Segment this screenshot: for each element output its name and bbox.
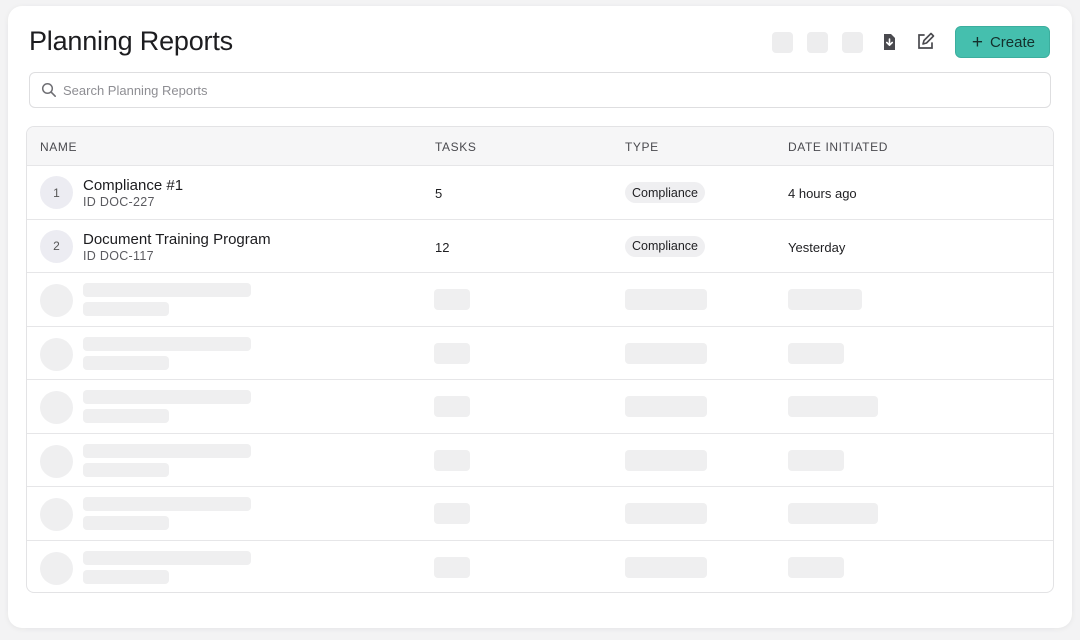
column-header-type[interactable]: TYPE	[625, 140, 659, 154]
report-tasks-count: 12	[435, 239, 450, 255]
skeleton-avatar	[40, 551, 73, 585]
skeleton-row	[27, 486, 1053, 540]
table-row[interactable]: 2 Document Training Program ID DOC-117 1…	[27, 218, 1053, 273]
skeleton-tasks	[434, 503, 470, 524]
skeleton-name	[83, 497, 251, 511]
page-title: Planning Reports	[29, 26, 233, 56]
report-name[interactable]: Document Training Program	[83, 231, 271, 248]
skeleton-tasks	[434, 556, 470, 578]
report-tasks-count: 5	[435, 186, 443, 201]
create-button-label: Create	[989, 33, 1035, 51]
column-header-tasks[interactable]: TASKS	[435, 140, 476, 154]
plus-icon: +	[971, 31, 983, 53]
skeleton-avatar	[40, 391, 73, 424]
skeleton-type	[625, 396, 707, 417]
skeleton-avatar	[40, 337, 73, 371]
download-button[interactable]	[877, 30, 901, 54]
skeleton-row	[27, 272, 1053, 326]
toolbar-placeholder-2	[806, 31, 828, 53]
search-icon	[41, 82, 56, 97]
skeleton-name	[83, 336, 251, 351]
skeleton-date	[788, 503, 878, 524]
download-icon	[883, 34, 895, 50]
report-type-badge: Compliance	[625, 182, 706, 203]
report-id: ID DOC-117	[83, 248, 154, 263]
table-row[interactable]: 1 Compliance #1 ID DOC-227 5 Compliance …	[27, 165, 1053, 219]
skeleton-id	[83, 355, 169, 370]
report-name[interactable]: Compliance #1	[83, 177, 183, 194]
edit-icon	[918, 32, 935, 49]
skeleton-tasks	[434, 449, 470, 471]
report-id: ID DOC-227	[83, 195, 155, 209]
skeleton-name	[83, 283, 251, 297]
report-date-initiated: 4 hours ago	[788, 186, 857, 201]
skeleton-date	[788, 342, 844, 364]
skeleton-id	[83, 569, 169, 584]
toolbar-placeholder-1	[771, 31, 793, 53]
skeleton-tasks	[434, 396, 470, 417]
skeleton-type	[625, 556, 707, 578]
skeleton-id	[83, 409, 169, 423]
skeleton-type	[625, 342, 707, 364]
skeleton-avatar	[40, 498, 73, 531]
skeleton-name	[83, 443, 251, 458]
skeleton-id	[83, 516, 169, 530]
reports-table: NAME TASKS TYPE DATE INITIATED 1 Complia…	[26, 126, 1054, 593]
edit-button[interactable]	[913, 30, 937, 54]
skeleton-avatar	[40, 284, 73, 317]
skeleton-date	[788, 396, 878, 417]
skeleton-row	[27, 539, 1053, 593]
skeleton-date	[788, 449, 844, 471]
create-button[interactable]: + Create	[954, 26, 1050, 58]
skeleton-name	[83, 390, 251, 404]
row-index-badge: 2	[40, 229, 73, 263]
search-bar	[29, 72, 1051, 108]
skeleton-row	[27, 379, 1053, 433]
column-header-date-initiated[interactable]: DATE INITIATED	[788, 140, 888, 154]
skeleton-date	[788, 556, 844, 578]
skeleton-avatar	[40, 444, 73, 478]
column-header-name[interactable]: NAME	[40, 140, 77, 154]
skeleton-type	[625, 503, 707, 524]
skeleton-type	[625, 289, 707, 310]
skeleton-id	[83, 462, 169, 477]
skeleton-date	[788, 289, 862, 310]
report-type-badge: Compliance	[625, 235, 706, 257]
skeleton-id	[83, 302, 169, 316]
row-index-badge: 1	[40, 176, 73, 209]
skeleton-tasks	[434, 342, 470, 364]
main-panel: Planning Reports + Create Search Plannin…	[8, 6, 1072, 628]
skeleton-row	[27, 325, 1053, 380]
skeleton-row	[27, 432, 1053, 487]
skeleton-tasks	[434, 289, 470, 310]
report-date-initiated: Yesterday	[788, 239, 846, 255]
skeleton-type	[625, 449, 707, 471]
toolbar-placeholder-3	[841, 31, 863, 53]
search-input[interactable]	[63, 82, 963, 98]
table-header: NAME TASKS TYPE DATE INITIATED	[27, 127, 1053, 165]
skeleton-name	[83, 550, 251, 565]
toolbar: + Create	[771, 26, 1050, 58]
